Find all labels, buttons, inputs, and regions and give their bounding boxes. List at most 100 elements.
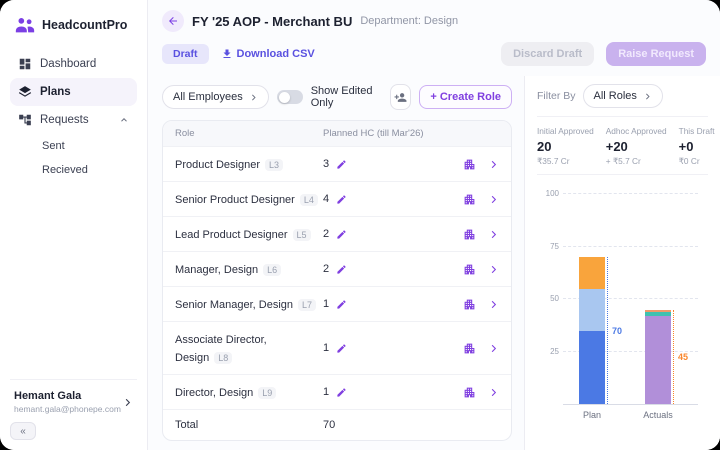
stat-value: +0: [678, 139, 694, 154]
column-planned-hc: Planned HC (till Mar'26): [323, 128, 424, 139]
chart-plot: 25 50 75 100 70 Plan 45 Actuals: [546, 189, 698, 420]
stat-adhoc-approved: Adhoc Approved +20 + ₹5.7 Cr: [606, 126, 667, 166]
stat-label: This Draft: [678, 126, 715, 136]
sidebar-item-plans[interactable]: Plans: [10, 78, 137, 106]
planned-hc-cell: 3: [323, 158, 435, 170]
table-row[interactable]: Director, Design L9 1: [163, 374, 511, 409]
sidebar-item-label: Dashboard: [40, 58, 97, 70]
bar-segment: [579, 288, 605, 331]
sidebar-item-dashboard[interactable]: Dashboard: [10, 50, 137, 78]
chevron-right-icon[interactable]: [488, 194, 499, 205]
chevron-right-icon[interactable]: [488, 299, 499, 310]
page-title: FY '25 AOP - Merchant BU: [192, 13, 353, 29]
bar-total-label: 45: [678, 351, 689, 362]
chevron-right-icon: [645, 93, 650, 99]
stat-value: 20: [537, 139, 552, 154]
edit-icon[interactable]: [336, 264, 347, 275]
user-profile[interactable]: Hemant Gala hemant.gala@phonepe.com: [10, 379, 137, 422]
role-cell: Director, Design L9: [175, 383, 323, 401]
y-tick-label: 50: [550, 294, 559, 303]
role-cell: Manager, Design L6: [175, 260, 323, 278]
raise-request-button[interactable]: Raise Request: [606, 42, 706, 66]
sidebar-item-requests[interactable]: Requests: [10, 106, 137, 134]
roles-dropdown[interactable]: All Roles: [582, 84, 663, 108]
sidebar-item-sent[interactable]: Sent: [10, 134, 137, 158]
sidebar: HeadcountPro Dashboard Plans Requests Se…: [0, 0, 148, 450]
table-row[interactable]: Senior Manager, Design L7 1: [163, 286, 511, 321]
edit-icon[interactable]: [336, 194, 347, 205]
filters-row: All Employees Show Edited Only + Create …: [162, 84, 512, 110]
sidebar-item-recieved[interactable]: Recieved: [10, 158, 137, 182]
people-logo-icon: [15, 18, 35, 33]
discard-draft-button[interactable]: Discard Draft: [501, 42, 595, 66]
show-edited-only-toggle[interactable]: [276, 90, 303, 104]
app-name: HeadcountPro: [42, 18, 128, 32]
bar-segment: [579, 330, 605, 404]
sidebar-item-label: Requests: [40, 114, 89, 126]
row-actions: [435, 263, 499, 276]
role-name: Manager, Design: [175, 264, 259, 276]
org-building-icon[interactable]: [463, 158, 476, 171]
chevron-right-icon[interactable]: [488, 229, 499, 240]
bar-segment: [645, 311, 671, 316]
edit-icon[interactable]: [336, 229, 347, 240]
hc-chart: 25 50 75 100 70 Plan 45 Actuals: [537, 189, 708, 442]
download-csv-link[interactable]: Download CSV: [221, 48, 315, 60]
planned-hc-cell: 1: [323, 342, 435, 354]
role-level-badge: L3: [265, 159, 284, 171]
bar-segment: [645, 315, 671, 404]
employees-dropdown[interactable]: All Employees: [162, 85, 269, 109]
x-axis-label: Plan: [582, 410, 602, 420]
roles-table: Role Planned HC (till Mar'26) Product De…: [162, 120, 512, 441]
total-value: 70: [323, 419, 336, 431]
table-row[interactable]: Product Designer L3 3: [163, 146, 511, 181]
table-row[interactable]: Senior Product Designer L4 4: [163, 181, 511, 216]
planned-hc-value: 2: [323, 263, 330, 275]
add-person-button[interactable]: [389, 84, 412, 110]
back-button[interactable]: [162, 10, 184, 32]
org-building-icon[interactable]: [463, 228, 476, 241]
chevron-right-icon[interactable]: [488, 387, 499, 398]
row-actions: [435, 193, 499, 206]
planned-hc-value: 1: [323, 386, 330, 398]
back-arrow-icon: [169, 17, 177, 25]
row-actions: [435, 342, 499, 355]
edit-icon[interactable]: [336, 387, 347, 398]
y-tick-label: 25: [550, 346, 559, 356]
table-header: Role Planned HC (till Mar'26): [163, 121, 511, 146]
planned-hc-cell: 2: [323, 228, 435, 240]
role-name: Senior Manager, Design: [175, 299, 294, 311]
gridline: [563, 193, 698, 194]
create-role-button[interactable]: + Create Role: [419, 85, 512, 109]
role-level-badge: L6: [263, 264, 282, 276]
row-actions: [435, 228, 499, 241]
edit-icon[interactable]: [336, 159, 347, 170]
table-row[interactable]: Lead Product Designer L5 2: [163, 216, 511, 251]
role-level-badge: L5: [292, 229, 311, 241]
stat-value: +20: [605, 139, 628, 154]
org-building-icon[interactable]: [463, 263, 476, 276]
org-building-icon[interactable]: [463, 193, 476, 206]
stat-sub: + ₹5.7 Cr: [605, 156, 641, 166]
org-building-icon[interactable]: [463, 386, 476, 399]
chevron-right-icon[interactable]: [488, 343, 499, 354]
stats-row: Initial Approved 20 ₹35.7 Cr Adhoc Appro…: [537, 117, 715, 175]
org-building-icon[interactable]: [463, 298, 476, 311]
edit-icon[interactable]: [336, 343, 347, 354]
org-building-icon[interactable]: [463, 342, 476, 355]
edit-icon[interactable]: [336, 299, 347, 310]
role-name: Lead Product Designer: [175, 229, 288, 241]
table-row[interactable]: Manager, Design L6 2: [163, 251, 511, 286]
download-csv-label: Download CSV: [236, 48, 315, 60]
table-row[interactable]: Associate Director, Design L8 1: [163, 321, 511, 374]
plan-table-section: All Employees Show Edited Only + Create …: [148, 76, 524, 450]
planned-hc-value: 3: [323, 158, 330, 170]
row-actions: [435, 386, 499, 399]
role-level-badge: L4: [299, 194, 318, 206]
sidebar-collapse-button[interactable]: «: [10, 422, 36, 440]
role-table-body: Product Designer L3 3 Senior Product Design…: [163, 146, 511, 409]
total-label: Total: [175, 419, 199, 431]
chevron-right-icon[interactable]: [488, 264, 499, 275]
chevron-right-icon[interactable]: [488, 159, 499, 170]
chevron-up-icon: [121, 118, 127, 122]
